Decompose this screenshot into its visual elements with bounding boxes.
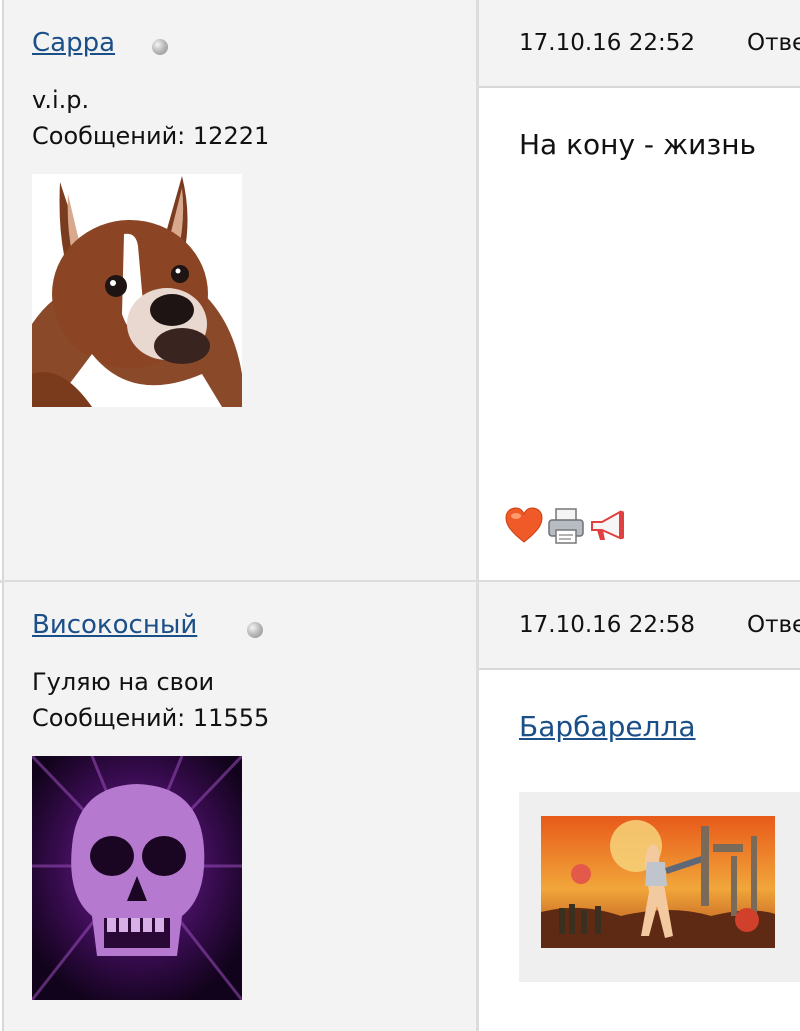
post-header: 17.10.16 22:52 Отве [479,0,800,88]
embedded-image-container [519,792,800,982]
heart-icon[interactable] [505,506,543,546]
post-count: Сообщений: 12221 [32,122,270,150]
post-header: 17.10.16 22:58 Отве [479,582,800,670]
post-message: На кону - жизнь [519,128,757,161]
post-datetime: 17.10.16 22:52 [519,30,696,56]
post-datetime: 17.10.16 22:58 [519,612,696,638]
user-rank: v.i.p. [32,86,90,114]
post-body: Барбарелла [479,670,800,1031]
print-icon[interactable] [547,506,585,546]
reply-link[interactable]: Отве [747,612,800,638]
offline-status-icon [152,39,168,55]
forum-post: Високосный Гуляю на свои Сообщений: 1155… [0,582,800,1031]
user-sidebar: Високосный Гуляю на свои Сообщений: 1155… [2,582,478,1031]
user-rank: Гуляю на свои [32,668,215,696]
message-link[interactable]: Барбарелла [519,710,696,743]
megaphone-icon[interactable] [589,506,627,546]
post-count: Сообщений: 11555 [32,704,270,732]
purple-skull-avatar [32,756,242,1000]
barbarella-poster-image[interactable] [541,816,775,948]
user-sidebar: Сарра v.i.p. Сообщений: 12221 [2,0,478,582]
username-link[interactable]: Сарра [32,28,115,58]
post-actions [505,506,627,546]
post-body: На кону - жизнь [479,88,800,582]
boxer-dog-avatar [32,174,242,407]
post-message: Барбарелла [519,710,696,743]
forum-post: Сарра v.i.p. Сообщений: 12221 17.10.16 2… [0,0,800,582]
username-link[interactable]: Високосный [32,610,197,640]
offline-status-icon [247,622,263,638]
reply-link[interactable]: Отве [747,30,800,56]
